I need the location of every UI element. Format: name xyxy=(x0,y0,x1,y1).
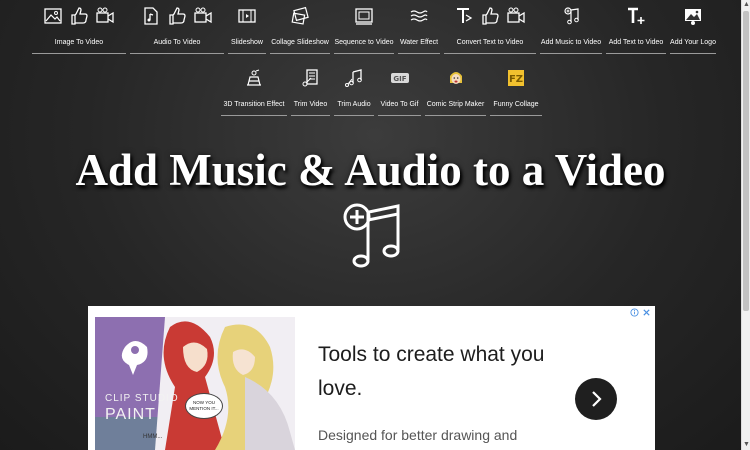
ad-artwork[interactable]: CLIP STUDIO PAINT NOW YOU MENTION IT... … xyxy=(95,317,295,450)
nav-label: Add Text to Video xyxy=(608,39,664,46)
nav-comic-strip-maker[interactable]: Comic Strip Maker xyxy=(423,66,488,116)
collage-icon xyxy=(291,6,309,25)
speech-bubble-2: HMM... xyxy=(143,434,163,440)
nav-label: Convert Text to Video xyxy=(456,39,524,46)
gif-icon: GIF xyxy=(390,73,409,83)
audio-file-icon xyxy=(144,7,158,25)
comic-face-icon xyxy=(449,72,462,84)
nav-add-text-to-video[interactable]: Add Text to Video xyxy=(604,4,668,54)
music-notes-plus-icon xyxy=(343,203,400,268)
trim-audio-icon xyxy=(345,69,362,87)
nav-label: Comic Strip Maker xyxy=(426,101,485,108)
nav-convert-text-to-video[interactable]: Convert Text to Video xyxy=(442,4,538,54)
video-camera-icon xyxy=(194,7,212,24)
speech-bubble: NOW YOU MENTION IT... xyxy=(185,393,223,419)
transition-3d-icon xyxy=(247,69,261,86)
funny-collage-icon: FZ xyxy=(508,70,524,86)
svg-text:FZ: FZ xyxy=(509,74,523,85)
thumbs-up-icon xyxy=(482,7,499,25)
nav-label: Video To Gif xyxy=(380,101,419,108)
nav-label: Add Your Logo xyxy=(670,39,716,46)
nav-add-your-logo[interactable]: Add Your Logo xyxy=(668,4,718,54)
text-icon xyxy=(457,8,473,23)
ad-body-text[interactable]: Designed for better drawing and xyxy=(318,427,517,443)
scrollbar-thumb[interactable] xyxy=(743,11,749,311)
nav-audio-to-video[interactable]: Audio To Video xyxy=(128,4,226,54)
nav-image-to-video[interactable]: Image To Video xyxy=(30,4,128,54)
chevron-right-icon xyxy=(592,391,602,407)
nav-label: Sequence to Video xyxy=(334,39,394,46)
nav-funny-collage[interactable]: FZ Funny Collage xyxy=(488,66,544,116)
svg-text:GIF: GIF xyxy=(393,75,406,83)
nav-3d-transition-effect[interactable]: 3D Transition Effect xyxy=(219,66,289,116)
tool-nav-row-1: Image To Video Audio To Video Slideshow … xyxy=(30,4,730,54)
nav-video-to-gif[interactable]: GIF Video To Gif xyxy=(376,66,423,116)
brand-name: CLIP STUDIO xyxy=(105,393,179,404)
tool-nav-row-2: 3D Transition Effect Trim Video Trim Aud… xyxy=(219,66,544,116)
water-waves-icon xyxy=(410,10,428,22)
nav-label: Slideshow xyxy=(231,39,263,46)
advertisement[interactable]: CLIP STUDIO PAINT NOW YOU MENTION IT... … xyxy=(88,306,655,450)
nav-label: Funny Collage xyxy=(493,101,539,108)
ad-choices-icon[interactable] xyxy=(630,308,639,317)
nav-trim-video[interactable]: Trim Video xyxy=(289,66,332,116)
ad-illustration xyxy=(95,317,295,450)
sequence-icon xyxy=(355,8,373,25)
scroll-up-arrow-icon[interactable]: ▲ xyxy=(742,0,750,10)
close-icon[interactable] xyxy=(642,308,651,317)
trim-video-icon xyxy=(302,69,318,87)
nav-trim-audio[interactable]: Trim Audio xyxy=(332,66,376,116)
nav-label: 3D Transition Effect xyxy=(223,101,285,108)
scroll-down-arrow-icon[interactable]: ▼ xyxy=(742,440,750,450)
thumbs-up-icon xyxy=(169,7,186,25)
page-title: Add Music & Audio to a Video xyxy=(75,145,666,195)
nav-sequence-to-video[interactable]: Sequence to Video xyxy=(332,4,396,54)
nav-slideshow[interactable]: Slideshow xyxy=(226,4,268,54)
video-camera-icon xyxy=(507,7,525,24)
logo-image-icon xyxy=(685,9,701,25)
nav-label: Collage Slideshow xyxy=(271,39,329,46)
ad-choices[interactable] xyxy=(630,308,651,317)
ad-headline[interactable]: Tools to create what you love. xyxy=(318,338,548,406)
nav-label: Trim Video xyxy=(293,101,328,108)
text-plus-icon xyxy=(628,7,645,24)
nav-label: Trim Audio xyxy=(337,101,371,108)
nav-label: Add Music to Video xyxy=(540,39,602,46)
vertical-scrollbar[interactable]: ▲ ▼ xyxy=(741,0,750,450)
nav-label: Water Effect xyxy=(399,39,439,46)
nav-label: Audio To Video xyxy=(153,39,201,46)
ad-next-button[interactable] xyxy=(575,378,617,420)
nav-add-music-to-video[interactable]: Add Music to Video xyxy=(538,4,604,54)
nav-water-effect[interactable]: Water Effect xyxy=(396,4,442,54)
video-camera-icon xyxy=(96,7,114,24)
nav-collage-slideshow[interactable]: Collage Slideshow xyxy=(268,4,332,54)
brand-product: PAINT xyxy=(105,406,156,423)
music-add-icon xyxy=(564,7,579,25)
slideshow-icon xyxy=(238,9,256,23)
image-icon xyxy=(44,8,62,24)
nav-label: Image To Video xyxy=(54,39,104,46)
thumbs-up-icon xyxy=(71,7,88,25)
